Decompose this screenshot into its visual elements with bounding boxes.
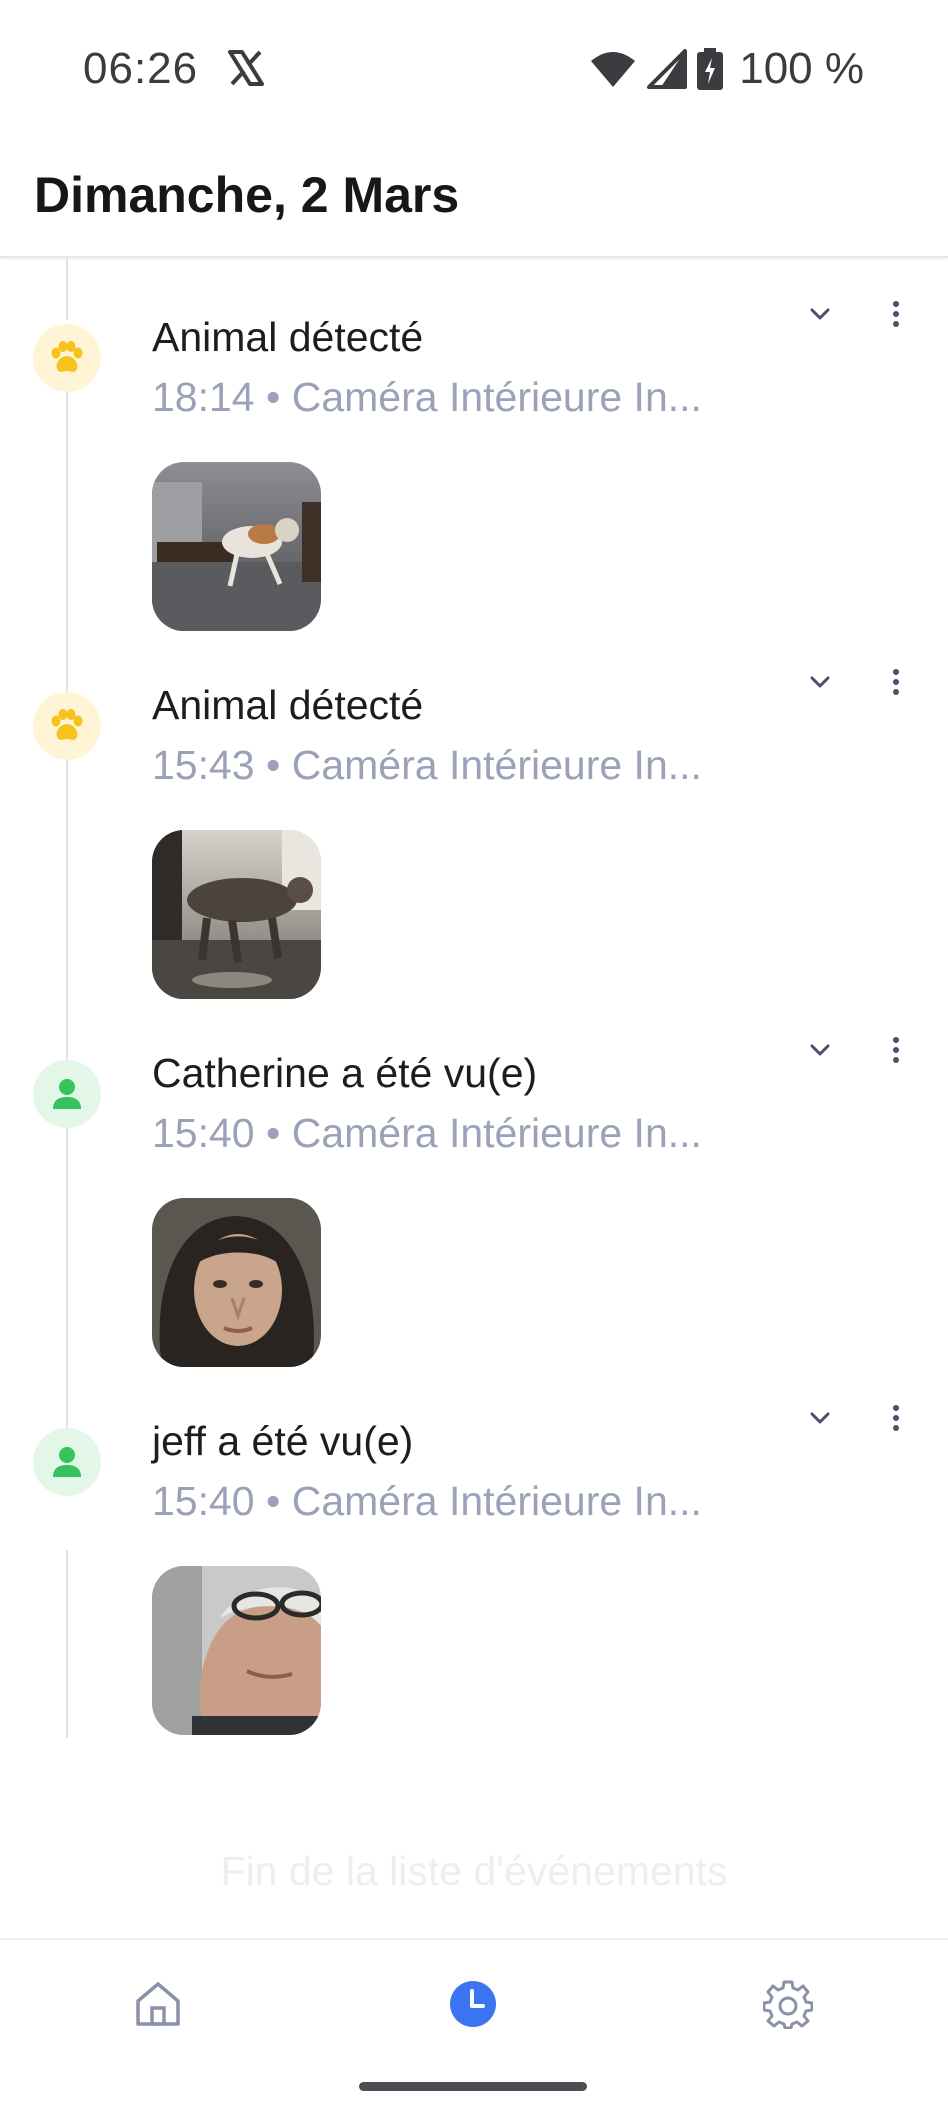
date-header: Dimanche, 2 Mars [0, 140, 948, 258]
paw-icon [33, 324, 101, 392]
event-item[interactable]: jeff a été vu(e) 15:40 • Caméra Intérieu… [0, 1380, 948, 1748]
event-item[interactable]: Animal détecté 15:43 • Caméra Intérieure… [0, 644, 948, 1012]
battery-level: 100 % [739, 44, 864, 93]
event-title: Animal détecté [152, 682, 424, 728]
end-of-list-text: Fin de la liste d'événements [220, 1848, 728, 1894]
event-thumbnail[interactable] [152, 462, 321, 631]
gesture-bar[interactable] [359, 2082, 587, 2091]
more-vert-icon[interactable] [878, 664, 914, 700]
settings-icon[interactable] [758, 1974, 818, 2034]
wifi-icon [589, 49, 637, 89]
event-thumbnail[interactable] [152, 1198, 321, 1367]
chevron-down-icon[interactable] [802, 296, 838, 332]
event-title: Animal détecté [152, 314, 424, 360]
bottom-navigation [0, 1938, 948, 2110]
person-icon [33, 1060, 101, 1128]
event-meta: 15:40 • Caméra Intérieure In... [152, 1110, 702, 1156]
more-vert-icon[interactable] [878, 296, 914, 332]
status-bar: 06:26 100 % [0, 0, 948, 140]
event-thumbnail[interactable] [152, 1566, 321, 1735]
event-item[interactable]: Animal détecté 18:14 • Caméra Intérieure… [0, 276, 948, 644]
event-title: Catherine a été vu(e) [152, 1050, 538, 1096]
status-time: 06:26 [83, 44, 199, 93]
chevron-down-icon[interactable] [802, 664, 838, 700]
page-title: Dimanche, 2 Mars [34, 167, 460, 223]
event-thumbnail[interactable] [152, 830, 321, 999]
event-meta: 15:43 • Caméra Intérieure In... [152, 742, 702, 788]
person-icon [33, 1428, 101, 1496]
chevron-down-icon[interactable] [802, 1400, 838, 1436]
chevron-down-icon[interactable] [802, 1032, 838, 1068]
more-vert-icon[interactable] [878, 1032, 914, 1068]
battery-icon [697, 48, 724, 90]
event-meta: 15:40 • Caméra Intérieure In... [152, 1478, 702, 1524]
event-item[interactable]: Catherine a été vu(e) 15:40 • Caméra Int… [0, 1012, 948, 1380]
home-icon[interactable] [128, 1974, 188, 2034]
paw-icon [33, 692, 101, 760]
status-indicators: 100 % [589, 44, 864, 94]
event-title: jeff a été vu(e) [152, 1418, 414, 1464]
more-vert-icon[interactable] [878, 1400, 914, 1436]
event-meta: 18:14 • Caméra Intérieure In... [152, 374, 702, 420]
x-icon [226, 48, 266, 88]
signal-icon [647, 49, 688, 89]
history-icon[interactable] [443, 1974, 503, 2034]
